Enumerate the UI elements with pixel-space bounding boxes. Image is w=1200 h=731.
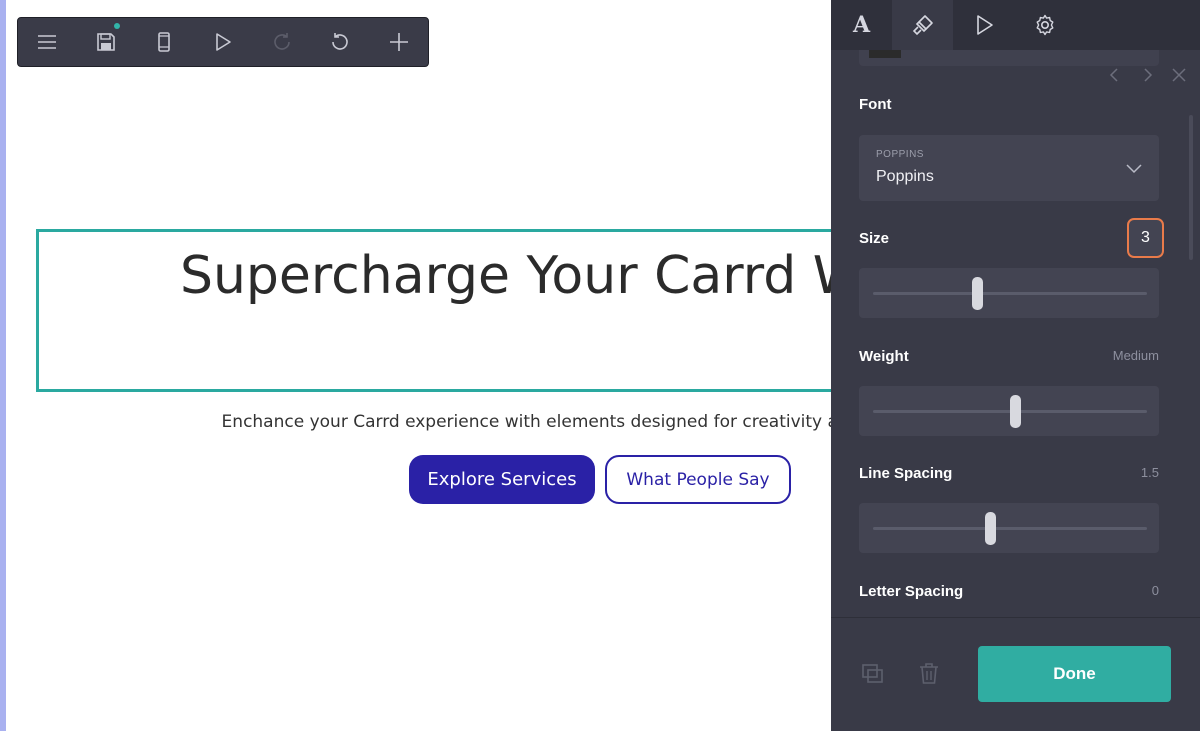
weight-label: Weight [859, 348, 909, 365]
save-icon [97, 33, 115, 51]
panel-tabs: A [831, 0, 1200, 50]
tab-animation[interactable] [953, 0, 1014, 50]
menu-icon [38, 35, 57, 49]
line-spacing-slider[interactable] [859, 503, 1159, 553]
line-spacing-slider-track [873, 527, 1147, 530]
weight-slider[interactable] [859, 386, 1159, 436]
duplicate-icon[interactable] [860, 660, 886, 686]
tab-text[interactable]: A [831, 0, 892, 50]
menu-button[interactable] [18, 18, 77, 66]
animation-play-icon [976, 15, 993, 35]
size-label: Size [859, 230, 890, 247]
undo-icon [332, 33, 348, 50]
line-spacing-label: Line Spacing [859, 465, 953, 482]
font-select-value: Poppins [876, 168, 934, 185]
mobile-preview-button[interactable] [135, 18, 194, 66]
style-brush-icon [912, 15, 933, 36]
close-icon[interactable] [1170, 66, 1188, 84]
mobile-preview-icon [158, 32, 171, 52]
done-button[interactable]: Done [978, 646, 1171, 702]
chevron-down-icon [1126, 164, 1142, 174]
line-spacing-value: 1.5 [1140, 465, 1159, 480]
unsaved-indicator-dot [114, 23, 121, 29]
previous-field-remnant [859, 50, 1159, 66]
text-icon: A [852, 12, 871, 38]
explore-services-button[interactable]: Explore Services [409, 455, 595, 504]
panel-nav [1106, 66, 1188, 84]
tab-settings[interactable] [1014, 0, 1075, 50]
weight-slider-handle[interactable] [1009, 395, 1021, 428]
font-select-caption: POPPINS [876, 149, 924, 160]
undo-button[interactable] [311, 18, 370, 66]
weight-value: Medium [1112, 348, 1159, 363]
redo-button[interactable] [252, 18, 311, 66]
canvas-left-edge [0, 0, 6, 731]
settings-gear-icon [1036, 14, 1053, 36]
size-input[interactable]: 3 [1127, 218, 1164, 258]
size-slider-handle[interactable] [971, 277, 983, 310]
what-people-say-button[interactable]: What People Say [605, 455, 791, 504]
redo-icon [273, 33, 290, 50]
save-button[interactable] [77, 18, 136, 66]
play-button[interactable] [194, 18, 253, 66]
chevron-left-icon[interactable] [1106, 66, 1124, 84]
chevron-right-icon[interactable] [1138, 66, 1156, 84]
panel-footer-divider [831, 617, 1200, 618]
font-select[interactable]: POPPINS Poppins [859, 135, 1159, 201]
color-swatch-remnant[interactable] [869, 50, 901, 58]
properties-panel: A Font POPPINS Poppins Size 3 Weight Med… [831, 0, 1200, 731]
editor-toolbar [17, 17, 429, 67]
trash-icon[interactable] [916, 660, 942, 686]
panel-scrollbar[interactable] [1189, 115, 1193, 260]
app-root: Supercharge Your Carrd Website Enchance … [0, 0, 1200, 731]
line-spacing-slider-handle[interactable] [985, 512, 997, 545]
font-label: Font [859, 96, 892, 113]
size-slider[interactable] [859, 268, 1159, 318]
tab-style[interactable] [892, 0, 953, 50]
size-slider-track [873, 292, 1147, 295]
letter-spacing-value: 0 [1151, 583, 1159, 598]
add-element-button[interactable] [369, 18, 428, 66]
letter-spacing-label: Letter Spacing [859, 583, 964, 600]
add-icon [389, 33, 408, 51]
play-icon [216, 33, 231, 51]
